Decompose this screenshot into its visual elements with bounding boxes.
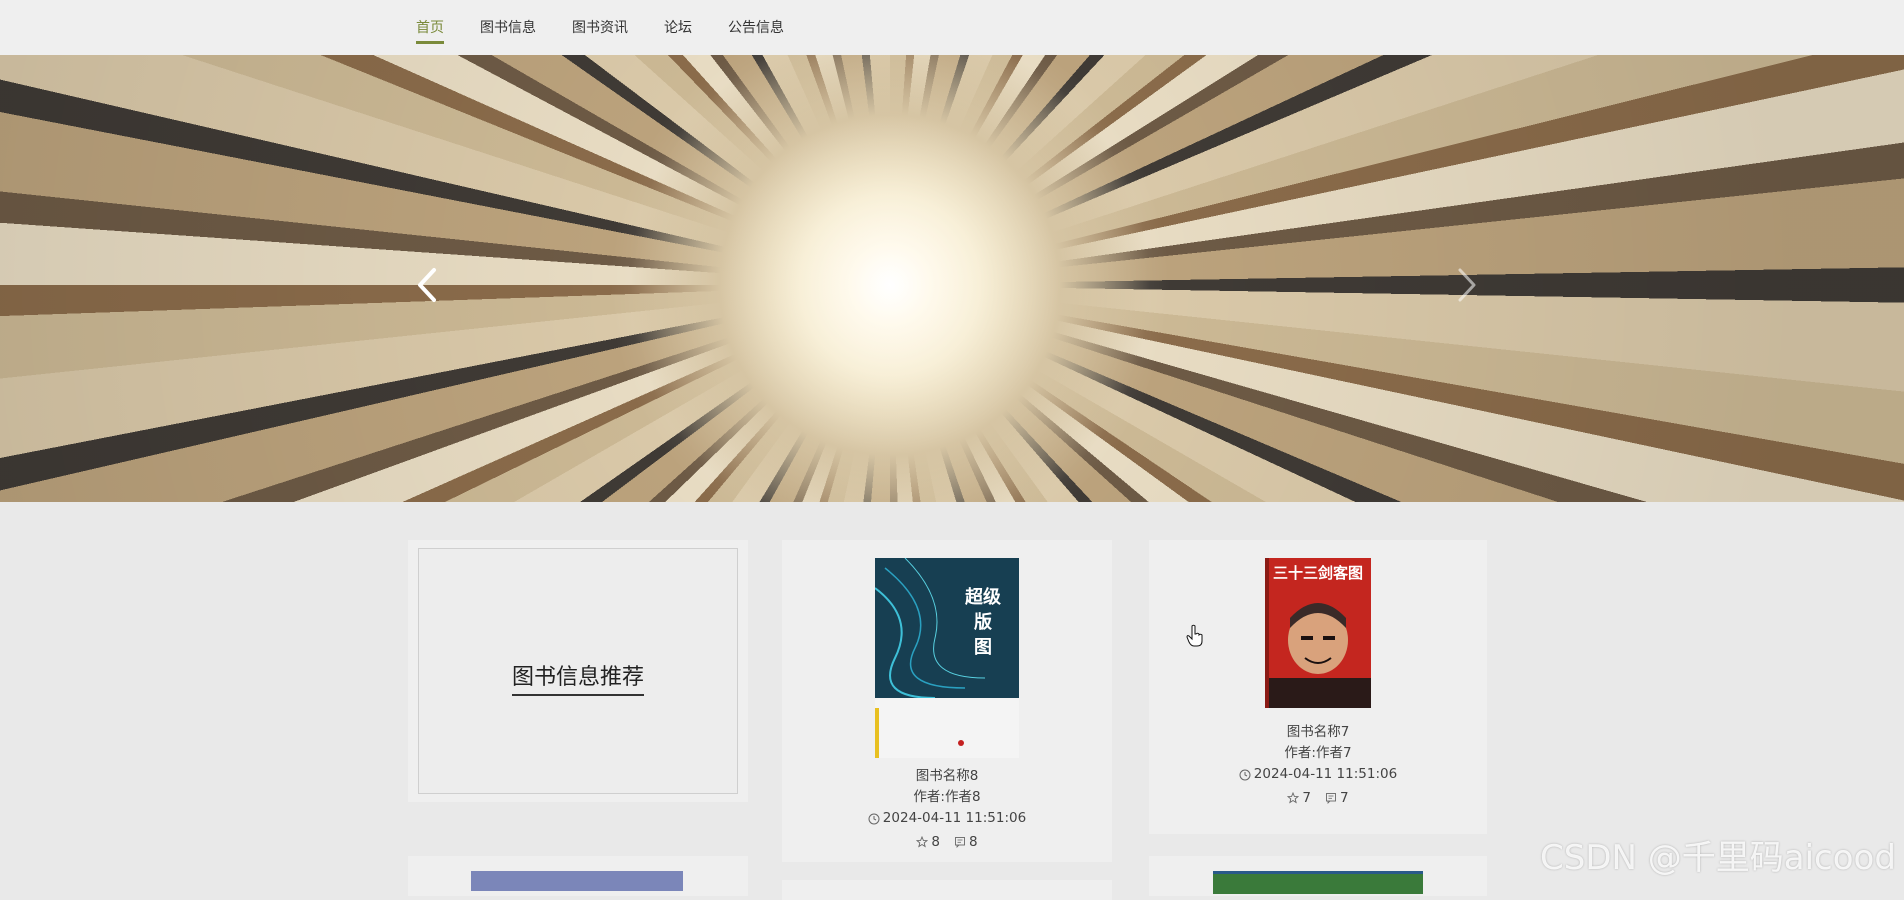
carousel-next-button[interactable] [1446, 260, 1486, 310]
book-stats: 7 7 [1287, 788, 1349, 809]
banner-carousel [0, 55, 1904, 502]
carousel-prev-button[interactable] [408, 260, 448, 310]
book-time-value: 2024-04-11 11:51:06 [882, 810, 1027, 826]
comment-icon[interactable] [954, 836, 966, 848]
comment-icon[interactable] [1325, 792, 1337, 804]
book-cover[interactable] [471, 871, 683, 891]
book-name[interactable]: 图书名称7 [1149, 722, 1487, 743]
book-time-value: 2024-04-11 11:51:06 [1253, 766, 1398, 782]
book-card[interactable]: 超级 版 图 图书名称8 作者:作者8 2024-04-11 11:51:06 … [782, 540, 1112, 862]
nav-item-book-info[interactable]: 图书信息 [480, 2, 536, 54]
nav-item-forum[interactable]: 论坛 [664, 2, 692, 54]
comment-count: 7 [1340, 789, 1349, 806]
recommend-frame: 图书信息推荐 [418, 548, 738, 794]
book-time: 2024-04-11 11:51:06 [782, 808, 1112, 832]
clock-icon [1239, 769, 1251, 781]
recommend-title: 图书信息推荐 [419, 659, 737, 696]
nav-item-home[interactable]: 首页 [416, 2, 444, 54]
book-meta: 图书名称8 作者:作者8 2024-04-11 11:51:06 8 8 [782, 766, 1112, 855]
book-card[interactable] [782, 880, 1112, 900]
book-cover[interactable]: 三十三剑客图 [1265, 558, 1371, 708]
book-cover[interactable]: 超级 版 图 [874, 557, 1019, 758]
cover-title: 超级 [965, 586, 1002, 608]
svg-text:版: 版 [974, 611, 992, 633]
book-card[interactable] [408, 856, 748, 896]
hand-cursor-icon [1186, 624, 1204, 652]
star-icon[interactable] [916, 836, 929, 848]
nav-item-announcements[interactable]: 公告信息 [728, 2, 784, 54]
recommend-card: 图书信息推荐 [408, 540, 748, 802]
like-count: 7 [1302, 789, 1311, 806]
book-name[interactable]: 图书名称8 [782, 766, 1112, 787]
chevron-left-icon [408, 260, 448, 310]
nav-item-book-news[interactable]: 图书资讯 [572, 2, 628, 54]
clock-icon [868, 813, 880, 825]
book-meta: 图书名称7 作者:作者7 2024-04-11 11:51:06 7 7 [1149, 722, 1487, 811]
chevron-right-icon [1446, 260, 1486, 310]
book-card[interactable]: 三十三剑客图 图书名称7 作者:作者7 2024-04-11 11:51:06 [1149, 540, 1487, 834]
watermark: CSDN @千里码aicood [1540, 838, 1896, 878]
book-card[interactable] [1149, 856, 1487, 896]
cover-title: 三十三剑客图 [1273, 564, 1363, 582]
star-icon[interactable] [1287, 792, 1300, 804]
book-author: 作者:作者7 [1284, 745, 1352, 761]
book-cover[interactable] [1213, 871, 1423, 894]
top-navbar: 首页 图书信息 图书资讯 论坛 公告信息 [0, 0, 1904, 56]
comment-count: 8 [969, 833, 978, 850]
like-count: 8 [931, 833, 940, 850]
book-stats: 8 8 [916, 832, 978, 853]
book-time: 2024-04-11 11:51:06 [1149, 764, 1487, 788]
main-nav: 首页 图书信息 图书资讯 论坛 公告信息 [416, 0, 820, 55]
svg-text:图: 图 [974, 637, 992, 658]
book-author: 作者:作者8 [913, 789, 981, 805]
